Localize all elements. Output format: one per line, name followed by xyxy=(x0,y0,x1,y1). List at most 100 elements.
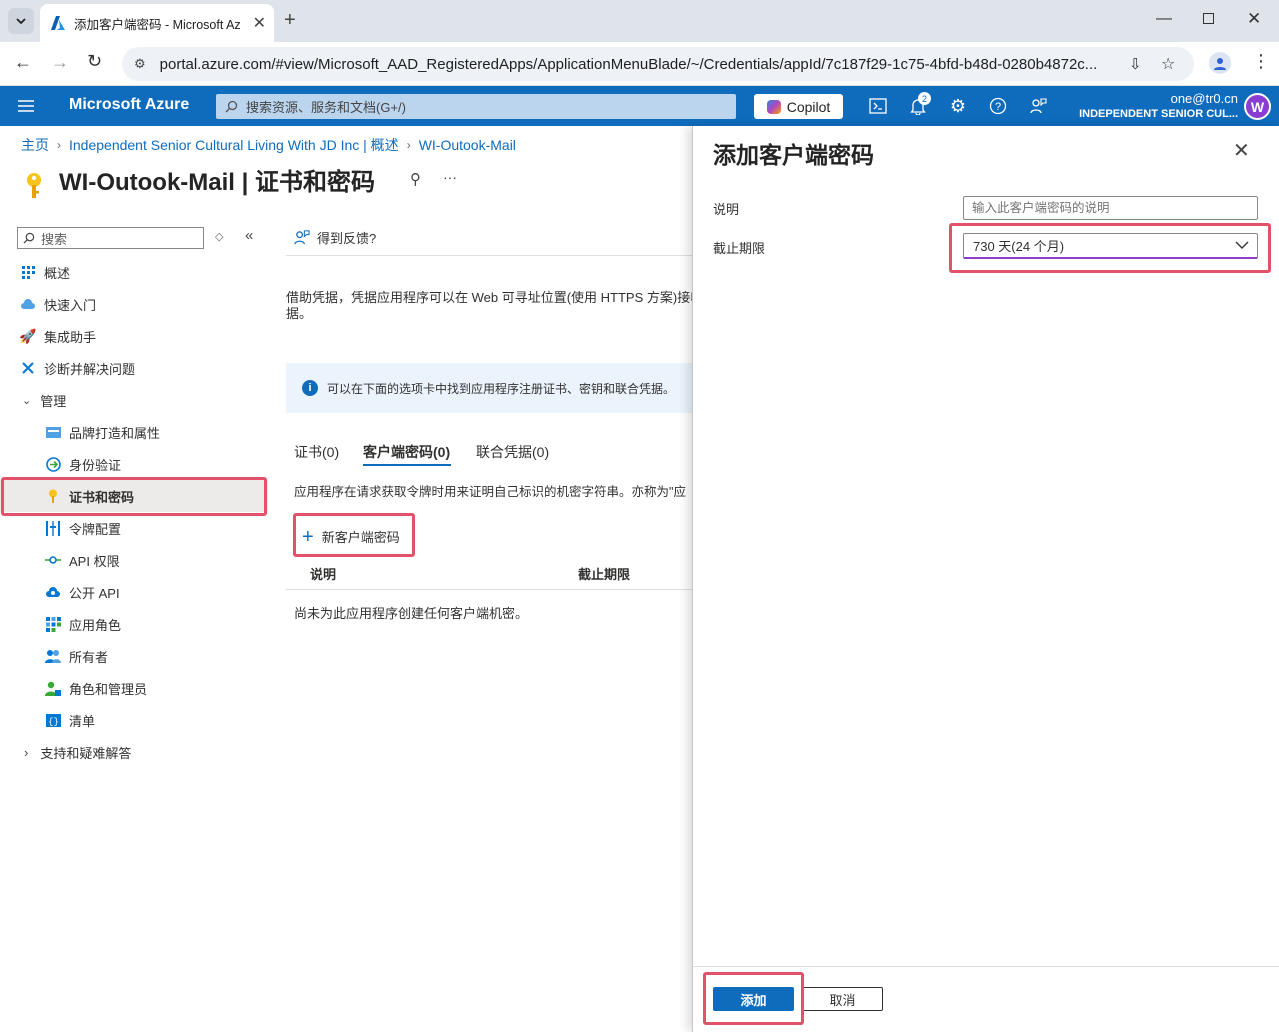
person-role-icon xyxy=(45,680,61,696)
breadcrumb-tenant[interactable]: Independent Senior Cultural Living With … xyxy=(69,135,399,155)
info-text: 可以在下面的选项卡中找到应用程序注册证书、密钥和联合凭据。 xyxy=(327,381,676,396)
panel-footer-divider xyxy=(693,966,1279,967)
breadcrumb: 主页 › Independent Senior Cultural Living … xyxy=(21,135,516,155)
notification-badge: 2 xyxy=(918,92,931,105)
cloud-shell-icon[interactable] xyxy=(858,86,898,126)
sidebar-item-label: 所有者 xyxy=(69,649,109,665)
address-bar-row: ← → ↻ ⚙ portal.azure.com/#view/Microsoft… xyxy=(0,42,1279,86)
sidebar-item-manifest[interactable]: {} 清单 xyxy=(0,704,268,736)
sidebar-item-label: 支持和疑难解答 xyxy=(40,745,132,761)
sidebar-item-label: 集成助手 xyxy=(44,329,97,345)
empty-table-message: 尚未为此应用程序创建任何客户端机密。 xyxy=(294,606,529,621)
sidebar-item-diagnose[interactable]: 诊断并解决问题 xyxy=(0,352,268,384)
expires-label: 截止期限 xyxy=(713,241,766,256)
tab-certificates[interactable]: 证书(0) xyxy=(294,442,339,462)
maximize-button[interactable] xyxy=(1203,13,1214,24)
copilot-icon xyxy=(766,99,781,114)
brand-name[interactable]: Microsoft Azure xyxy=(69,96,189,114)
tab-client-secrets[interactable]: 客户端密码(0) xyxy=(363,442,450,462)
table-header-divider xyxy=(286,589,692,590)
column-header-description[interactable]: 说明 xyxy=(310,564,336,583)
sidebar-item-quickstart[interactable]: 快速入门 xyxy=(0,288,268,320)
notifications-icon[interactable]: 2 xyxy=(898,86,938,126)
browser-tab[interactable]: 添加客户端密码 - Microsoft Az ✕ xyxy=(40,4,274,42)
close-tab-icon[interactable]: ✕ xyxy=(253,13,266,33)
sidebar-item-label: 角色和管理员 xyxy=(69,681,148,697)
tab-federated[interactable]: 联合凭据(0) xyxy=(476,442,549,462)
site-info-icon[interactable]: ⚙ xyxy=(134,56,146,72)
sidebar-item-overview[interactable]: 概述 xyxy=(0,256,268,288)
url-field[interactable]: ⚙ portal.azure.com/#view/Microsoft_AAD_R… xyxy=(122,47,1194,81)
global-search[interactable]: 搜索资源、服务和文档(G+/) xyxy=(216,94,736,119)
info-icon: i xyxy=(302,380,318,396)
sidebar-item-auth[interactable]: 身份验证 xyxy=(0,448,268,480)
highlight-expires xyxy=(949,223,1271,273)
sidebar-group-support[interactable]: › 支持和疑难解答 xyxy=(0,736,268,768)
new-tab-button[interactable]: + xyxy=(284,9,296,32)
hamburger-menu-icon[interactable] xyxy=(6,86,46,126)
close-window-button[interactable]: ✕ xyxy=(1247,9,1261,29)
description-label: 说明 xyxy=(713,202,740,217)
feedback-button[interactable]: 得到反馈? xyxy=(293,228,376,247)
close-panel-icon[interactable]: ✕ xyxy=(1233,138,1250,163)
reload-button[interactable]: ↻ xyxy=(87,51,102,72)
column-header-expires[interactable]: 截止期限 xyxy=(578,564,630,583)
sidebar-item-branding[interactable]: 品牌打造和属性 xyxy=(0,416,268,448)
description-input[interactable] xyxy=(963,196,1258,220)
sidebar-item-integration[interactable]: 🚀 集成助手 xyxy=(0,320,268,352)
sidebar-group-manage[interactable]: ⌄ 管理 xyxy=(0,384,268,416)
app-roles-grid-icon xyxy=(45,616,61,632)
azure-top-bar: Microsoft Azure 搜索资源、服务和文档(G+/) Copilot … xyxy=(0,86,1279,126)
breadcrumb-home[interactable]: 主页 xyxy=(21,135,49,155)
more-options-button[interactable]: ··· xyxy=(443,169,457,185)
feedback-label: 得到反馈? xyxy=(317,231,377,246)
bookmark-star-icon[interactable]: ☆ xyxy=(1161,54,1175,74)
sidebar-item-expose-api[interactable]: 公开 API xyxy=(0,576,268,608)
search-icon xyxy=(225,100,238,113)
branding-card-icon xyxy=(45,424,61,440)
sidebar-item-owners[interactable]: 所有者 xyxy=(0,640,268,672)
minimize-button[interactable]: — xyxy=(1156,10,1172,28)
sidebar-item-token[interactable]: 令牌配置 xyxy=(0,512,268,544)
azure-logo-icon xyxy=(51,16,65,30)
sidebar-item-label: 应用角色 xyxy=(69,617,122,633)
collapse-sidebar-icon[interactable]: « xyxy=(245,227,253,244)
credentials-description: 借助凭据，凭据应用程序可以在 Web 可寻址位置(使用 HTTPS 方案)接收 … xyxy=(286,290,692,322)
install-app-icon[interactable]: ⇩ xyxy=(1129,55,1142,73)
browser-menu-icon[interactable]: ⋮ xyxy=(1252,51,1270,72)
highlight-new-secret xyxy=(293,513,415,557)
profile-icon[interactable] xyxy=(1209,52,1231,74)
chevron-right-icon: › xyxy=(406,138,411,152)
help-icon[interactable]: ? xyxy=(978,86,1018,126)
api-permission-icon xyxy=(45,552,61,568)
back-button[interactable]: ← xyxy=(14,52,32,73)
sort-icon[interactable]: ◇ xyxy=(215,230,223,243)
copilot-button[interactable]: Copilot xyxy=(754,94,843,119)
pin-icon[interactable]: ⚲ xyxy=(410,170,421,188)
chevron-down-icon: ⌄ xyxy=(22,394,32,407)
tab-list-button[interactable] xyxy=(8,8,34,34)
info-banner: i 可以在下面的选项卡中找到应用程序注册证书、密钥和联合凭据。 xyxy=(286,363,692,413)
settings-gear-icon[interactable]: ⚙ xyxy=(938,86,978,126)
highlight-add-button xyxy=(703,972,804,1025)
avatar[interactable]: W xyxy=(1244,93,1271,120)
sidebar-search[interactable]: 搜索 xyxy=(17,227,204,249)
feedback-person-icon[interactable] xyxy=(1018,86,1058,126)
description-line: 借助凭据，凭据应用程序可以在 Web 可寻址位置(使用 HTTPS 方案)接收 xyxy=(286,290,692,305)
sidebar-item-roles-admins[interactable]: 角色和管理员 xyxy=(0,672,268,704)
account-tenant[interactable]: INDEPENDENT SENIOR CUL... xyxy=(1070,108,1238,120)
breadcrumb-app[interactable]: WI-Outook-Mail xyxy=(419,137,516,153)
highlight-sidebar-certs xyxy=(1,477,267,516)
sidebar-item-label: 身份验证 xyxy=(69,457,122,473)
cancel-button[interactable]: 取消 xyxy=(802,987,883,1011)
people-icon xyxy=(45,648,61,664)
chevron-right-icon: › xyxy=(57,138,61,152)
svg-text:{}: {} xyxy=(48,717,59,727)
sidebar-item-label: 令牌配置 xyxy=(69,521,122,537)
feedback-person-icon xyxy=(294,230,310,245)
account-email[interactable]: one@tr0.cn xyxy=(1140,91,1238,106)
sidebar-item-app-roles[interactable]: 应用角色 xyxy=(0,608,268,640)
sidebar-item-api-permissions[interactable]: API 权限 xyxy=(0,544,268,576)
forward-button[interactable]: → xyxy=(51,52,69,73)
sidebar-item-label: 诊断并解决问题 xyxy=(44,361,136,377)
